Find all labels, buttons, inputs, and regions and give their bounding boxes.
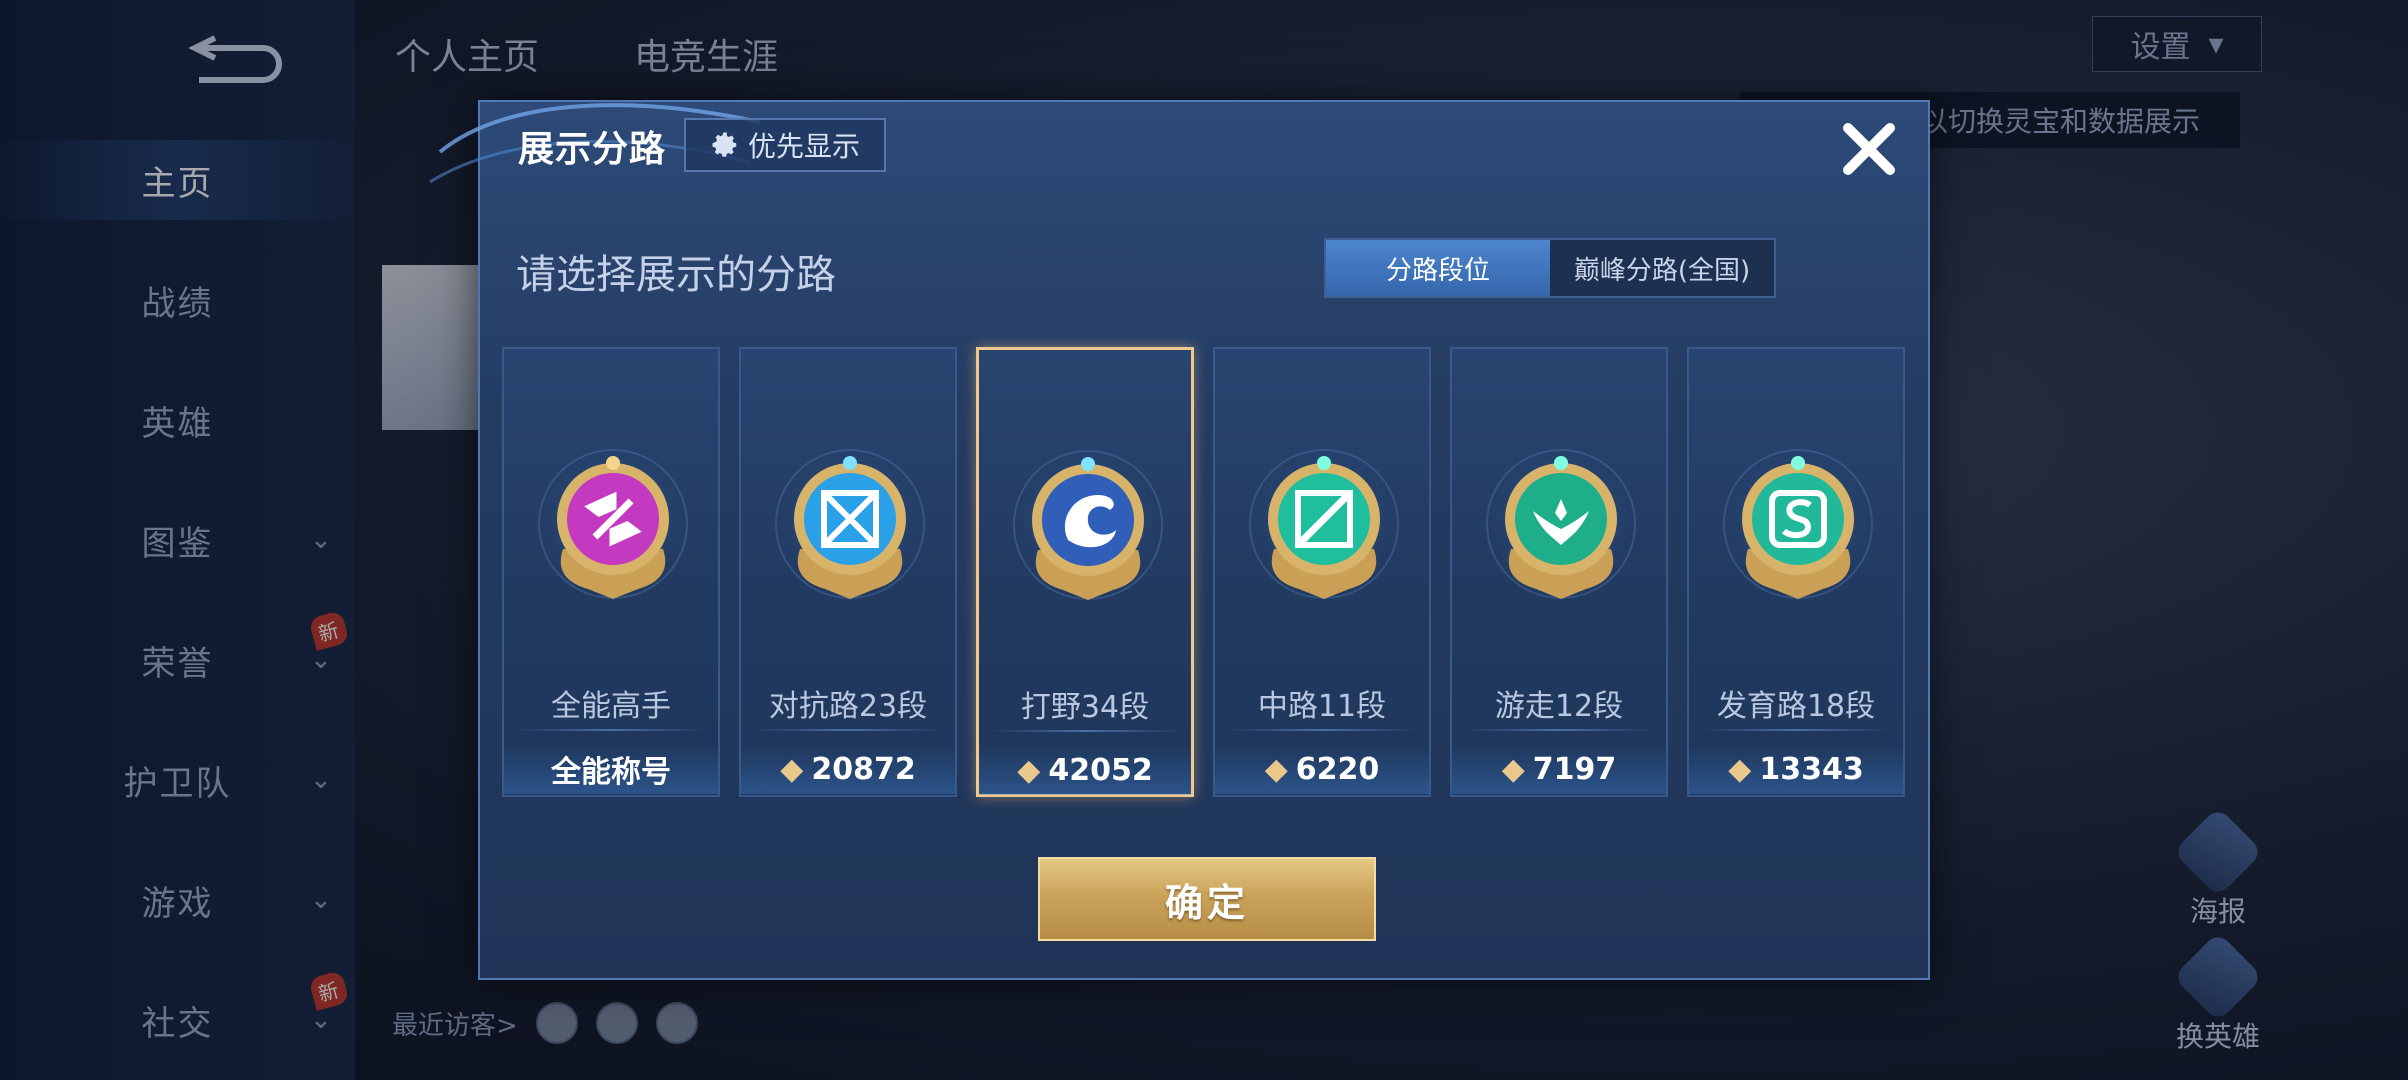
divider [1227, 729, 1417, 731]
lane-value: ◆ 7197 [1452, 744, 1666, 794]
confirm-button[interactable]: 确定 [1038, 857, 1376, 941]
divider [1464, 729, 1654, 731]
lane-value-text: 7197 [1532, 751, 1617, 787]
lane-card-farm[interactable]: 发育路18段 ◆ 13343 [1687, 347, 1905, 797]
roam-icon [1505, 456, 1617, 599]
lane-value-text: 6220 [1295, 751, 1380, 787]
confirm-label: 确定 [1164, 880, 1249, 925]
divider [753, 729, 943, 731]
rank-point-icon: ◆ [1501, 751, 1525, 787]
tab-label: 巅峰分路(全国) [1573, 255, 1751, 286]
lane-name: 游走12段 [1494, 689, 1624, 724]
lane-name: 全能高手 [551, 689, 671, 724]
priority-display-button[interactable]: 优先显示 [684, 118, 886, 172]
clash-lane-icon [794, 456, 906, 599]
lane-card-list: 全能高手 全能称号 对抗路23段 ◆ 20872 打野34段 ◆ 42052 中… [502, 347, 1914, 797]
rank-point-icon: ◆ [1017, 752, 1041, 788]
mid-lane-icon [1268, 456, 1380, 599]
tab-peak-lane-national[interactable]: 巅峰分路(全国) [1550, 240, 1774, 296]
lane-card-mid[interactable]: 中路11段 ◆ 6220 [1213, 347, 1431, 797]
lane-name: 对抗路23段 [768, 689, 928, 724]
lane-card-jungle[interactable]: 打野34段 ◆ 42052 [976, 347, 1194, 797]
lane-value: ◆ 13343 [1689, 744, 1903, 794]
all-round-icon [557, 456, 669, 599]
lane-value-text: 42052 [1048, 752, 1153, 788]
lane-name: 中路11段 [1257, 689, 1387, 724]
lane-value-text: 20872 [811, 751, 916, 787]
rank-point-icon: ◆ [780, 751, 804, 787]
lane-name: 发育路18段 [1716, 689, 1876, 724]
lane-value-text: 全能称号 [551, 755, 671, 790]
lane-mode-toggle: 分路段位 巅峰分路(全国) [1324, 238, 1776, 298]
gear-icon [712, 132, 737, 157]
divider [1701, 729, 1891, 731]
close-icon[interactable] [1834, 114, 1904, 184]
lane-card-roam[interactable]: 游走12段 ◆ 7197 [1450, 347, 1668, 797]
tab-lane-rank[interactable]: 分路段位 [1326, 240, 1550, 296]
lane-value-text: 13343 [1759, 751, 1864, 787]
jungle-dragon-icon [1032, 457, 1144, 600]
lane-value: 全能称号 [504, 744, 718, 794]
lane-name: 打野34段 [1020, 690, 1150, 725]
lane-value: ◆ 20872 [741, 744, 955, 794]
lane-value: ◆ 42052 [979, 745, 1191, 795]
rank-point-icon: ◆ [1264, 751, 1288, 787]
farm-lane-icon [1742, 456, 1854, 599]
lane-card-clash[interactable]: 对抗路23段 ◆ 20872 [739, 347, 957, 797]
dialog-subtitle: 请选择展示的分路 [516, 252, 836, 298]
lane-display-dialog: 展示分路 优先显示 请选择展示的分路 分路段位 巅峰分路(全国) 全能高手 全能… [429, 100, 1930, 980]
lane-value: ◆ 6220 [1215, 744, 1429, 794]
tab-label: 分路段位 [1385, 255, 1490, 286]
rank-point-icon: ◆ [1728, 751, 1752, 787]
divider [516, 729, 706, 731]
priority-display-label: 优先显示 [747, 130, 860, 163]
lane-card-all-round[interactable]: 全能高手 全能称号 [502, 347, 720, 797]
dialog-title: 展示分路 [518, 129, 667, 170]
divider [991, 730, 1181, 732]
